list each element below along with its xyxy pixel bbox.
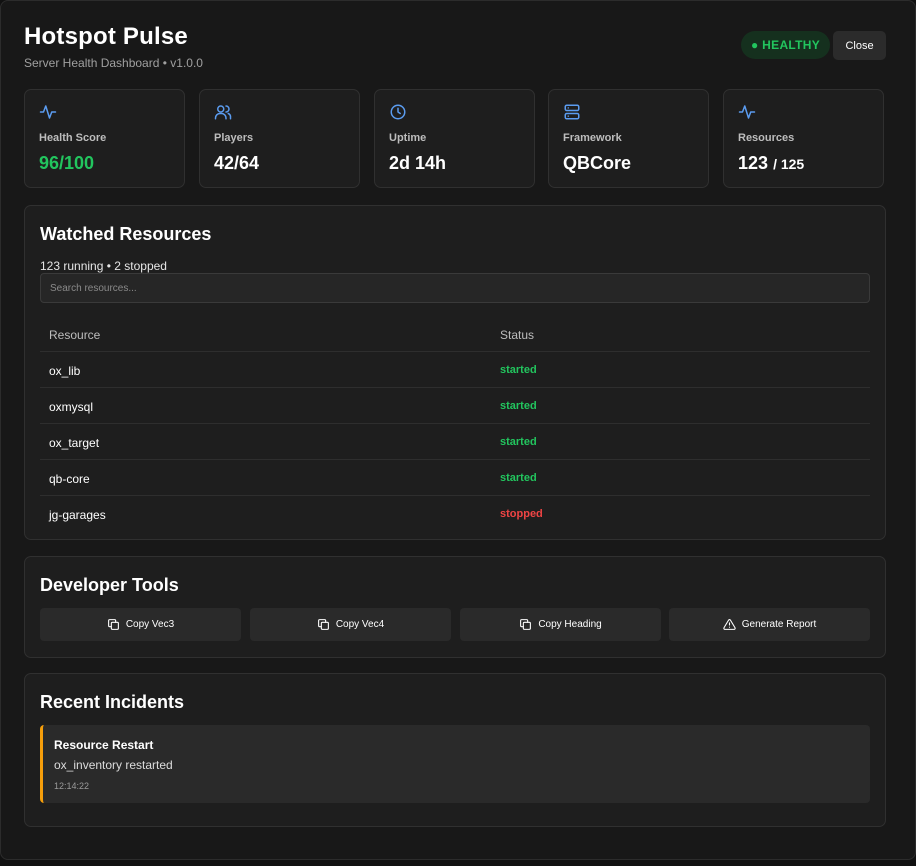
resource-name: jg-garages <box>49 508 106 522</box>
resource-status: started <box>500 400 537 412</box>
incident-message: ox_inventory restarted <box>54 758 173 772</box>
warning-icon <box>723 619 736 630</box>
section-title: Watched Resources <box>40 224 212 244</box>
server-icon <box>564 104 580 120</box>
resource-status: started <box>500 436 537 448</box>
table-row[interactable]: qb-core started <box>40 460 870 496</box>
stat-value: 2d 14h <box>389 153 447 173</box>
table-row[interactable]: ox_target started <box>40 424 870 460</box>
copy-icon <box>107 619 119 630</box>
clock-icon <box>390 104 406 120</box>
status-badge: ● HEALTHY <box>741 31 831 59</box>
stat-value-running: 123 <box>738 153 769 173</box>
copy-icon <box>520 619 532 630</box>
dashboard-window: Hotspot Pulse Server Health Dashboard • … <box>0 0 916 860</box>
button-label: Generate Report <box>741 619 817 630</box>
activity-icon <box>738 105 756 119</box>
stat-value: QBCore <box>563 153 632 173</box>
watched-resources-panel: Watched Resources 123 running • 2 stoppe… <box>24 205 886 540</box>
table-row[interactable]: ox_lib started <box>40 352 870 388</box>
recent-incidents-panel: Recent Incidents Resource Restart ox_inv… <box>24 673 886 827</box>
resource-name: qb-core <box>49 472 90 486</box>
stat-value: 96/100 <box>39 153 95 173</box>
column-header-resource: Resource <box>49 328 101 342</box>
page-subtitle: Server Health Dashboard • v1.0.0 <box>24 56 203 70</box>
stat-label: Uptime <box>389 132 427 144</box>
button-label: Copy Vec3 <box>125 619 175 630</box>
copy-vec4-button[interactable]: Copy Vec4 <box>250 608 451 641</box>
button-label: Copy Heading <box>538 619 602 630</box>
close-button[interactable]: Close <box>833 31 886 60</box>
copy-icon <box>317 619 329 630</box>
stat-value: 123 / 125 <box>738 153 804 174</box>
resource-name: oxmysql <box>49 400 94 414</box>
copy-heading-button[interactable]: Copy Heading <box>460 608 661 641</box>
resource-status: started <box>500 364 537 376</box>
resource-name: ox_lib <box>49 364 81 378</box>
generate-report-button[interactable]: Generate Report <box>669 608 870 641</box>
resources-summary: 123 running • 2 stopped <box>40 259 167 273</box>
activity-icon <box>39 105 57 119</box>
stat-label: Health Score <box>39 132 107 144</box>
table-row[interactable]: jg-garages stopped <box>40 496 870 531</box>
stat-card-uptime: Uptime 2d 14h <box>374 89 535 188</box>
stat-card-resources: Resources 123 / 125 <box>723 89 884 188</box>
stat-value: 42/64 <box>214 153 260 173</box>
stat-label: Framework <box>563 132 622 144</box>
copy-vec3-button[interactable]: Copy Vec3 <box>40 608 241 641</box>
resources-table: Resource Status ox_lib started oxmysql s… <box>40 316 870 531</box>
stat-label: Players <box>214 132 254 144</box>
table-header: Resource Status <box>40 316 870 352</box>
resource-status: stopped <box>500 508 543 520</box>
search-input[interactable] <box>40 273 870 303</box>
stat-card-health: Health Score 96/100 <box>24 89 185 188</box>
incident-title: Resource Restart <box>54 738 154 752</box>
developer-tools-panel: Developer Tools Copy Vec3 Copy Vec4 Copy… <box>24 556 886 658</box>
stat-value-total: / 125 <box>773 156 805 172</box>
section-title: Developer Tools <box>40 575 179 595</box>
section-title: Recent Incidents <box>40 692 185 712</box>
users-icon <box>214 105 232 120</box>
page-title: Hotspot Pulse <box>24 23 188 50</box>
incident-time: 12:14:22 <box>54 781 90 791</box>
column-header-status: Status <box>500 328 535 342</box>
stat-card-players: Players 42/64 <box>199 89 360 188</box>
stat-card-framework: Framework QBCore <box>548 89 709 188</box>
resource-status: started <box>500 472 537 484</box>
incident-card: Resource Restart ox_inventory restarted … <box>40 725 870 803</box>
stat-label: Resources <box>738 132 795 144</box>
table-row[interactable]: oxmysql started <box>40 388 870 424</box>
resource-name: ox_target <box>49 436 100 450</box>
button-label: Copy Vec4 <box>335 619 385 630</box>
